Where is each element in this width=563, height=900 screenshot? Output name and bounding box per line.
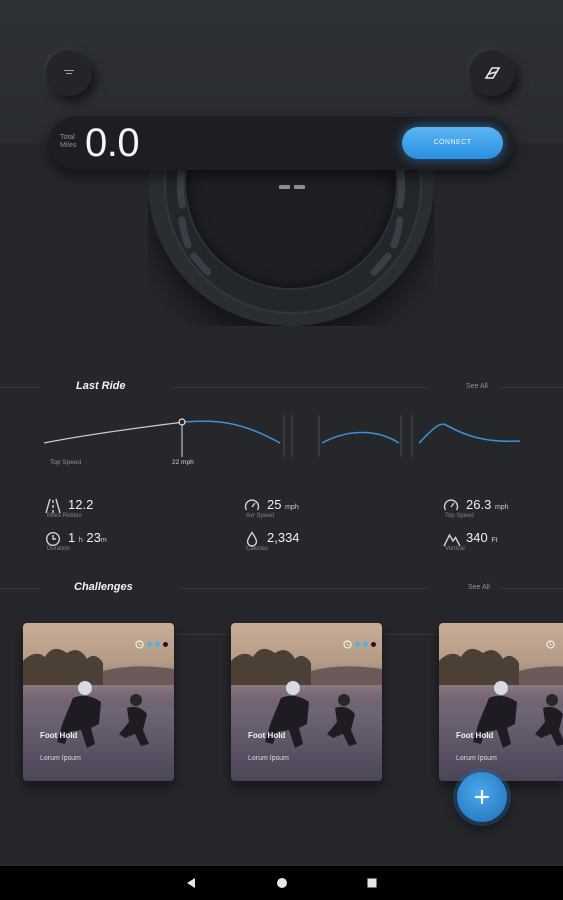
stat-unit-minutes: m bbox=[100, 537, 107, 544]
total-miles-label: Total Miles bbox=[60, 134, 77, 149]
menu-lines-icon bbox=[64, 70, 74, 74]
last-ride-title: Last Ride bbox=[76, 380, 126, 392]
recents-icon[interactable] bbox=[366, 877, 378, 889]
stat-label: Top Speed bbox=[445, 513, 474, 519]
divider bbox=[500, 588, 563, 589]
challenge-card[interactable]: Foot Hold Lorum Ipsum bbox=[439, 623, 563, 781]
stat-value: 25 bbox=[267, 497, 282, 512]
stat-value-hours: 1 bbox=[68, 530, 76, 545]
divider bbox=[174, 634, 230, 635]
speedometer-icon bbox=[244, 499, 260, 511]
back-icon[interactable] bbox=[185, 877, 197, 889]
clock-icon bbox=[45, 531, 61, 547]
card-badges bbox=[546, 640, 555, 649]
divider bbox=[172, 387, 428, 388]
stat-label: Calories bbox=[246, 546, 269, 552]
stat-label: Avr Speed bbox=[246, 513, 274, 519]
stat-unit: Ft bbox=[491, 537, 498, 544]
timer-icon bbox=[343, 640, 352, 649]
badge-dot bbox=[371, 642, 376, 647]
card-badges bbox=[343, 640, 376, 649]
stat-label: Vertical bbox=[445, 546, 465, 552]
timer-icon bbox=[135, 640, 144, 649]
total-miles-bar: Total Miles 0.0 CONNECT bbox=[49, 116, 514, 170]
speed-line-graph bbox=[43, 415, 521, 457]
connect-button[interactable]: CONNECT bbox=[402, 127, 503, 159]
chart-top-speed-label: Top Speed bbox=[50, 459, 82, 466]
dial-readout-dash bbox=[279, 185, 290, 189]
road-icon bbox=[45, 498, 61, 514]
chart-marker-label: 22 mph bbox=[172, 459, 194, 466]
card-photo-riders bbox=[265, 681, 357, 748]
drop-icon bbox=[246, 531, 258, 547]
total-miles-value: 0.0 bbox=[85, 121, 140, 165]
last-ride-see-all-link[interactable]: See All bbox=[466, 383, 488, 390]
card-photo-riders bbox=[57, 681, 149, 748]
card-title: Foot Hold bbox=[456, 731, 494, 740]
stat-unit-hours: h bbox=[78, 537, 83, 544]
card-photo-riders bbox=[473, 681, 563, 748]
system-nav-bar bbox=[0, 866, 563, 900]
card-subtitle: Lorum Ipsum bbox=[40, 755, 81, 762]
stat-label: Miles Ridden bbox=[47, 513, 82, 519]
stat-value-minutes: 23 bbox=[86, 530, 101, 545]
card-subtitle: Lorum Ipsum bbox=[456, 755, 497, 762]
stat-value: 12.2 bbox=[68, 497, 94, 512]
stat-unit: mph bbox=[285, 504, 299, 511]
menu-button[interactable] bbox=[46, 50, 92, 96]
card-subtitle: Lorum Ipsum bbox=[248, 755, 289, 762]
plus-icon bbox=[474, 789, 490, 805]
mountain-icon bbox=[443, 533, 461, 547]
challenge-card[interactable]: Foot Hold Lorum Ipsum bbox=[23, 623, 174, 781]
badge-dot bbox=[355, 642, 360, 647]
badge-dot bbox=[147, 642, 152, 647]
divider bbox=[180, 588, 428, 589]
brand-button[interactable] bbox=[469, 50, 515, 96]
badge-dot bbox=[363, 642, 368, 647]
speedometer-icon bbox=[443, 499, 459, 511]
divider bbox=[0, 588, 40, 589]
badge-dot bbox=[163, 642, 168, 647]
ride-speed-chart: Top Speed 22 mph bbox=[43, 405, 521, 475]
stat-value: 2,334 bbox=[267, 530, 300, 545]
challenge-card[interactable]: Foot Hold Lorum Ipsum bbox=[231, 623, 382, 781]
timer-icon bbox=[546, 640, 555, 649]
divider bbox=[382, 634, 438, 635]
brand-logo-icon bbox=[484, 67, 501, 79]
stat-unit: mph bbox=[494, 504, 509, 511]
add-button[interactable] bbox=[457, 772, 507, 822]
divider bbox=[0, 387, 40, 388]
card-title: Foot Hold bbox=[40, 731, 78, 740]
challenges-title: Challenges bbox=[74, 581, 133, 593]
home-icon[interactable] bbox=[276, 877, 288, 889]
stat-value: 340 bbox=[466, 530, 488, 545]
dial-readout-dash bbox=[294, 185, 305, 189]
badge-dot bbox=[155, 642, 160, 647]
stat-label: Duration bbox=[47, 546, 70, 552]
challenges-see-all-link[interactable]: See All bbox=[468, 584, 490, 591]
card-badges bbox=[135, 640, 168, 649]
card-title: Foot Hold bbox=[248, 731, 286, 740]
stat-value: 26.3 bbox=[466, 497, 492, 512]
divider bbox=[500, 387, 563, 388]
